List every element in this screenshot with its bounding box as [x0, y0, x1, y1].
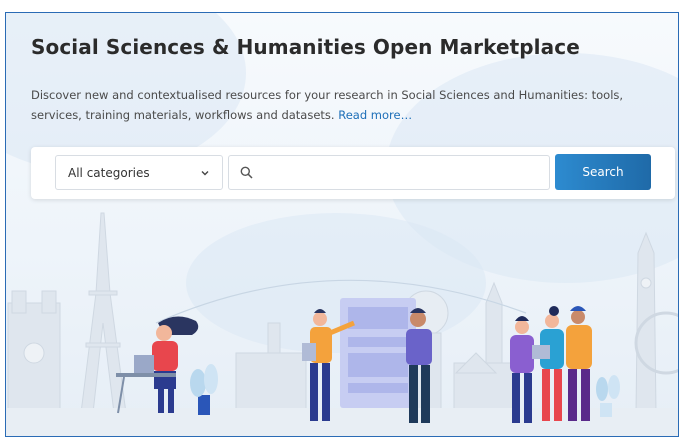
search-input-wrapper: [228, 155, 550, 190]
search-button[interactable]: Search: [555, 154, 651, 190]
page-description: Discover new and contextualised resource…: [31, 85, 651, 125]
team-group-illustration: [510, 306, 620, 423]
description-text: Discover new and contextualised resource…: [31, 88, 624, 122]
category-select[interactable]: All categories: [55, 155, 223, 190]
category-select-value: All categories: [68, 165, 150, 180]
page-title: Social Sciences & Humanities Open Market…: [31, 35, 580, 59]
chevron-down-icon: [201, 170, 209, 175]
search-bar: All categories Search: [31, 147, 675, 199]
team-presentation-illustration: [302, 298, 432, 423]
search-icon: [240, 166, 253, 179]
person-at-desk-illustration: [116, 316, 218, 415]
search-input[interactable]: [261, 156, 549, 189]
read-more-link[interactable]: Read more…: [338, 108, 412, 122]
hero-panel: Social Sciences & Humanities Open Market…: [5, 12, 679, 437]
hero-illustration: [6, 212, 678, 436]
